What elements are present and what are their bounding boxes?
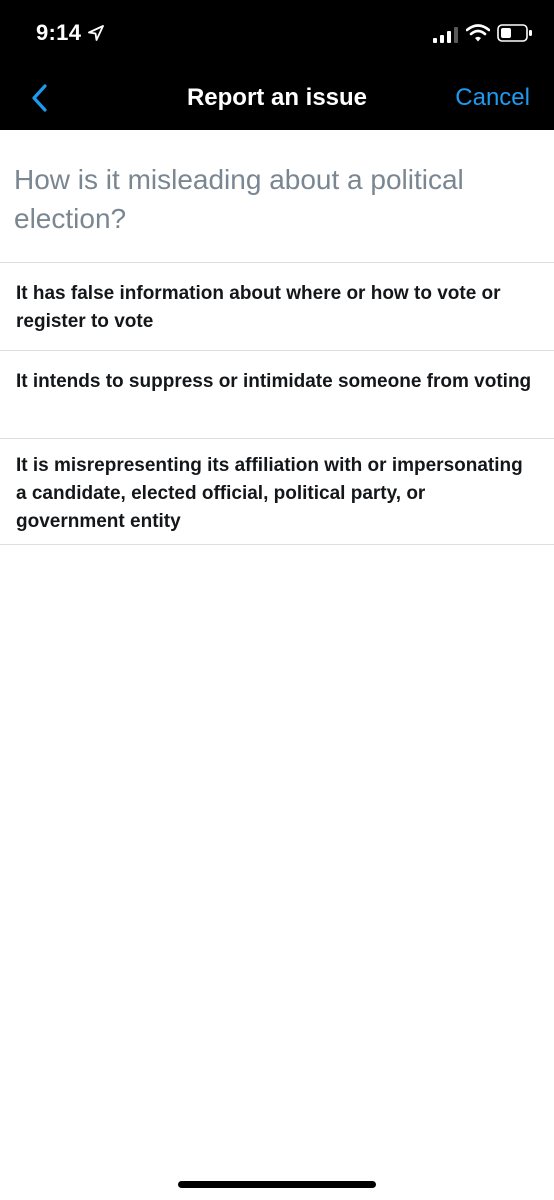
option-false-voting-info[interactable]: It has false information about where or … xyxy=(0,263,554,351)
status-time: 9:14 xyxy=(36,20,82,45)
cellular-signal-icon xyxy=(433,27,458,43)
location-arrow-icon xyxy=(88,25,104,41)
home-indicator xyxy=(178,1181,376,1188)
option-impersonation[interactable]: It is misrepresenting its affiliation wi… xyxy=(0,439,554,545)
cancel-button[interactable]: Cancel xyxy=(455,84,530,112)
battery-icon xyxy=(497,24,532,42)
top-bar: 9:14 Report an issue Cancel xyxy=(0,0,554,130)
question-heading: How is it misleading about a political e… xyxy=(14,164,464,234)
wifi-icon xyxy=(466,24,490,42)
option-voter-suppression[interactable]: It intends to suppress or intimidate som… xyxy=(0,351,554,439)
options-list: It has false information about where or … xyxy=(0,262,554,545)
